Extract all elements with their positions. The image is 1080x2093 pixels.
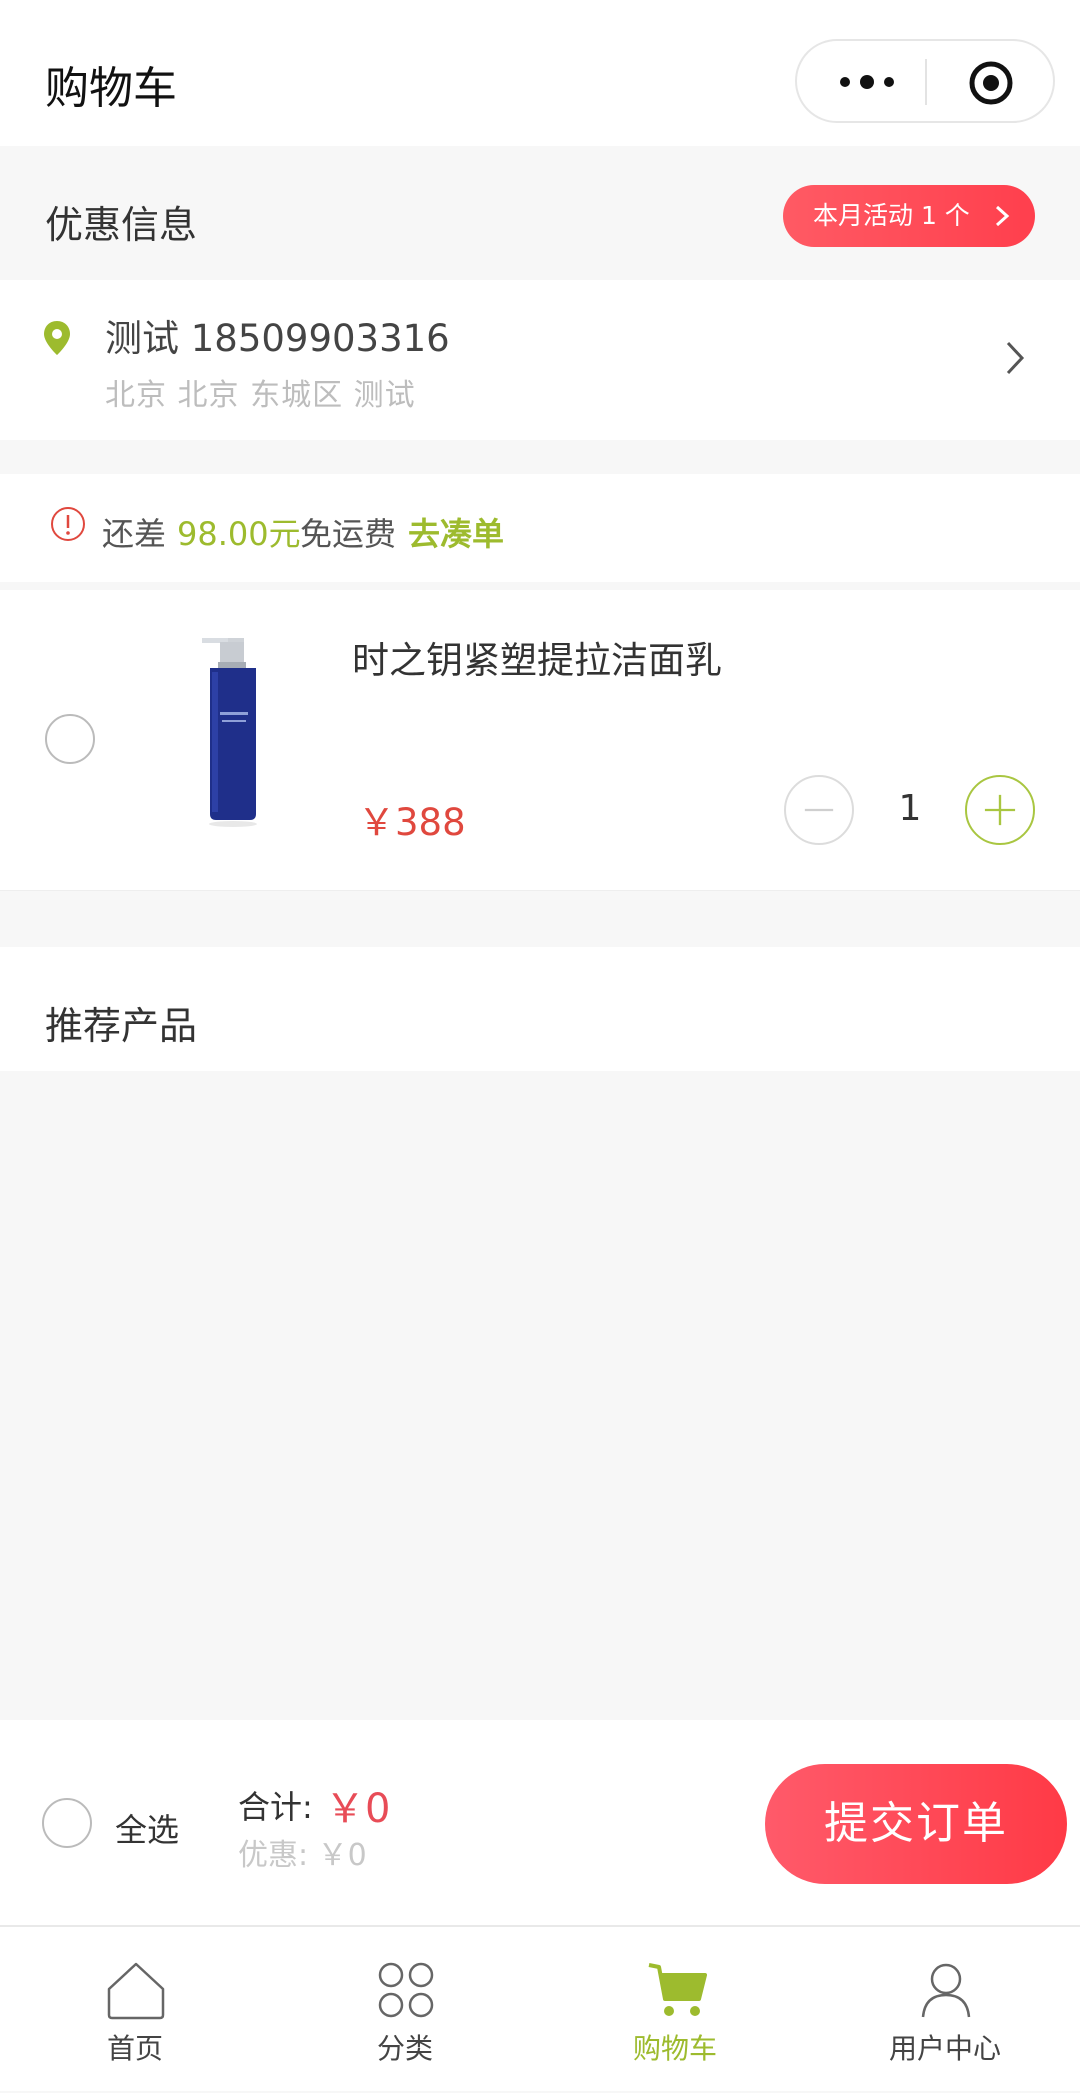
decrease-quantity-button[interactable] bbox=[784, 775, 854, 845]
tab-category[interactable]: 分类 bbox=[270, 1927, 540, 2093]
cart-item: 时之钥紧塑提拉洁面乳 ￥388 1 bbox=[0, 590, 1080, 891]
cart-icon bbox=[648, 1963, 707, 2016]
mini-program-capsule bbox=[795, 39, 1055, 123]
close-miniprogram-icon[interactable] bbox=[967, 59, 1015, 107]
capsule-divider bbox=[925, 59, 927, 105]
quantity-value: 1 bbox=[898, 788, 922, 829]
address-card[interactable]: 测试 18509903316 北京 北京 东城区 测试 bbox=[0, 280, 1080, 440]
tab-label: 用户中心 bbox=[888, 2032, 1001, 2065]
chevron-right-icon bbox=[995, 205, 1010, 227]
recommend-title: 推荐产品 bbox=[45, 1004, 198, 1048]
product-image[interactable] bbox=[180, 632, 280, 832]
total-label: 合计: bbox=[238, 1788, 313, 1826]
badge-label: 本月活动 1 个 bbox=[813, 201, 970, 230]
shipping-amount: 98.00元 bbox=[177, 515, 301, 553]
select-all-checkbox[interactable] bbox=[42, 1798, 92, 1848]
increase-quantity-button[interactable] bbox=[965, 775, 1035, 845]
tab-label: 首页 bbox=[106, 2032, 163, 2065]
home-icon bbox=[107, 1962, 165, 2020]
address-detail: 北京 北京 东城区 测试 bbox=[105, 378, 416, 413]
tab-label: 分类 bbox=[376, 2032, 433, 2065]
product-price: ￥388 bbox=[358, 801, 466, 844]
promo-title: 优惠信息 bbox=[45, 203, 198, 247]
checkout-bar: 全选 合计: ￥0 优惠: ￥0 提交订单 bbox=[0, 1720, 1080, 1925]
product-name[interactable]: 时之钥紧塑提拉洁面乳 bbox=[352, 630, 722, 684]
submit-order-button[interactable]: 提交订单 bbox=[765, 1764, 1067, 1884]
monthly-activity-badge[interactable]: 本月活动 1 个 bbox=[783, 185, 1035, 247]
more-icon[interactable] bbox=[837, 71, 897, 93]
page-title: 购物车 bbox=[45, 63, 177, 114]
chevron-right-icon bbox=[1006, 341, 1025, 375]
add-more-link[interactable]: 去凑单 bbox=[408, 509, 504, 555]
tab-cart[interactable]: 购物车 bbox=[540, 1927, 810, 2093]
location-pin-icon bbox=[44, 321, 70, 355]
tab-user-center[interactable]: 用户中心 bbox=[810, 1927, 1080, 2093]
select-all-label[interactable]: 全选 bbox=[115, 1805, 179, 1851]
discount-value: 优惠: ￥0 bbox=[238, 1838, 367, 1873]
item-select-checkbox[interactable] bbox=[45, 714, 95, 764]
user-icon bbox=[921, 1963, 971, 2018]
info-icon bbox=[51, 507, 85, 541]
total-value: ￥0 bbox=[325, 1786, 391, 1832]
tab-bar: 首页 分类 购物车 用户中心 bbox=[0, 1925, 1080, 2091]
tab-home[interactable]: 首页 bbox=[0, 1927, 270, 2093]
shipping-suffix: 免运费 bbox=[300, 515, 397, 553]
free-shipping-notice: 还差 98.00元 免运费 去凑单 bbox=[0, 474, 1080, 582]
shipping-prefix: 还差 bbox=[102, 515, 167, 553]
address-name-phone: 测试 18509903316 bbox=[105, 317, 450, 360]
tab-label: 购物车 bbox=[632, 2032, 717, 2065]
recommend-section: 推荐产品 bbox=[0, 947, 1080, 1071]
category-icon bbox=[378, 1962, 434, 2018]
